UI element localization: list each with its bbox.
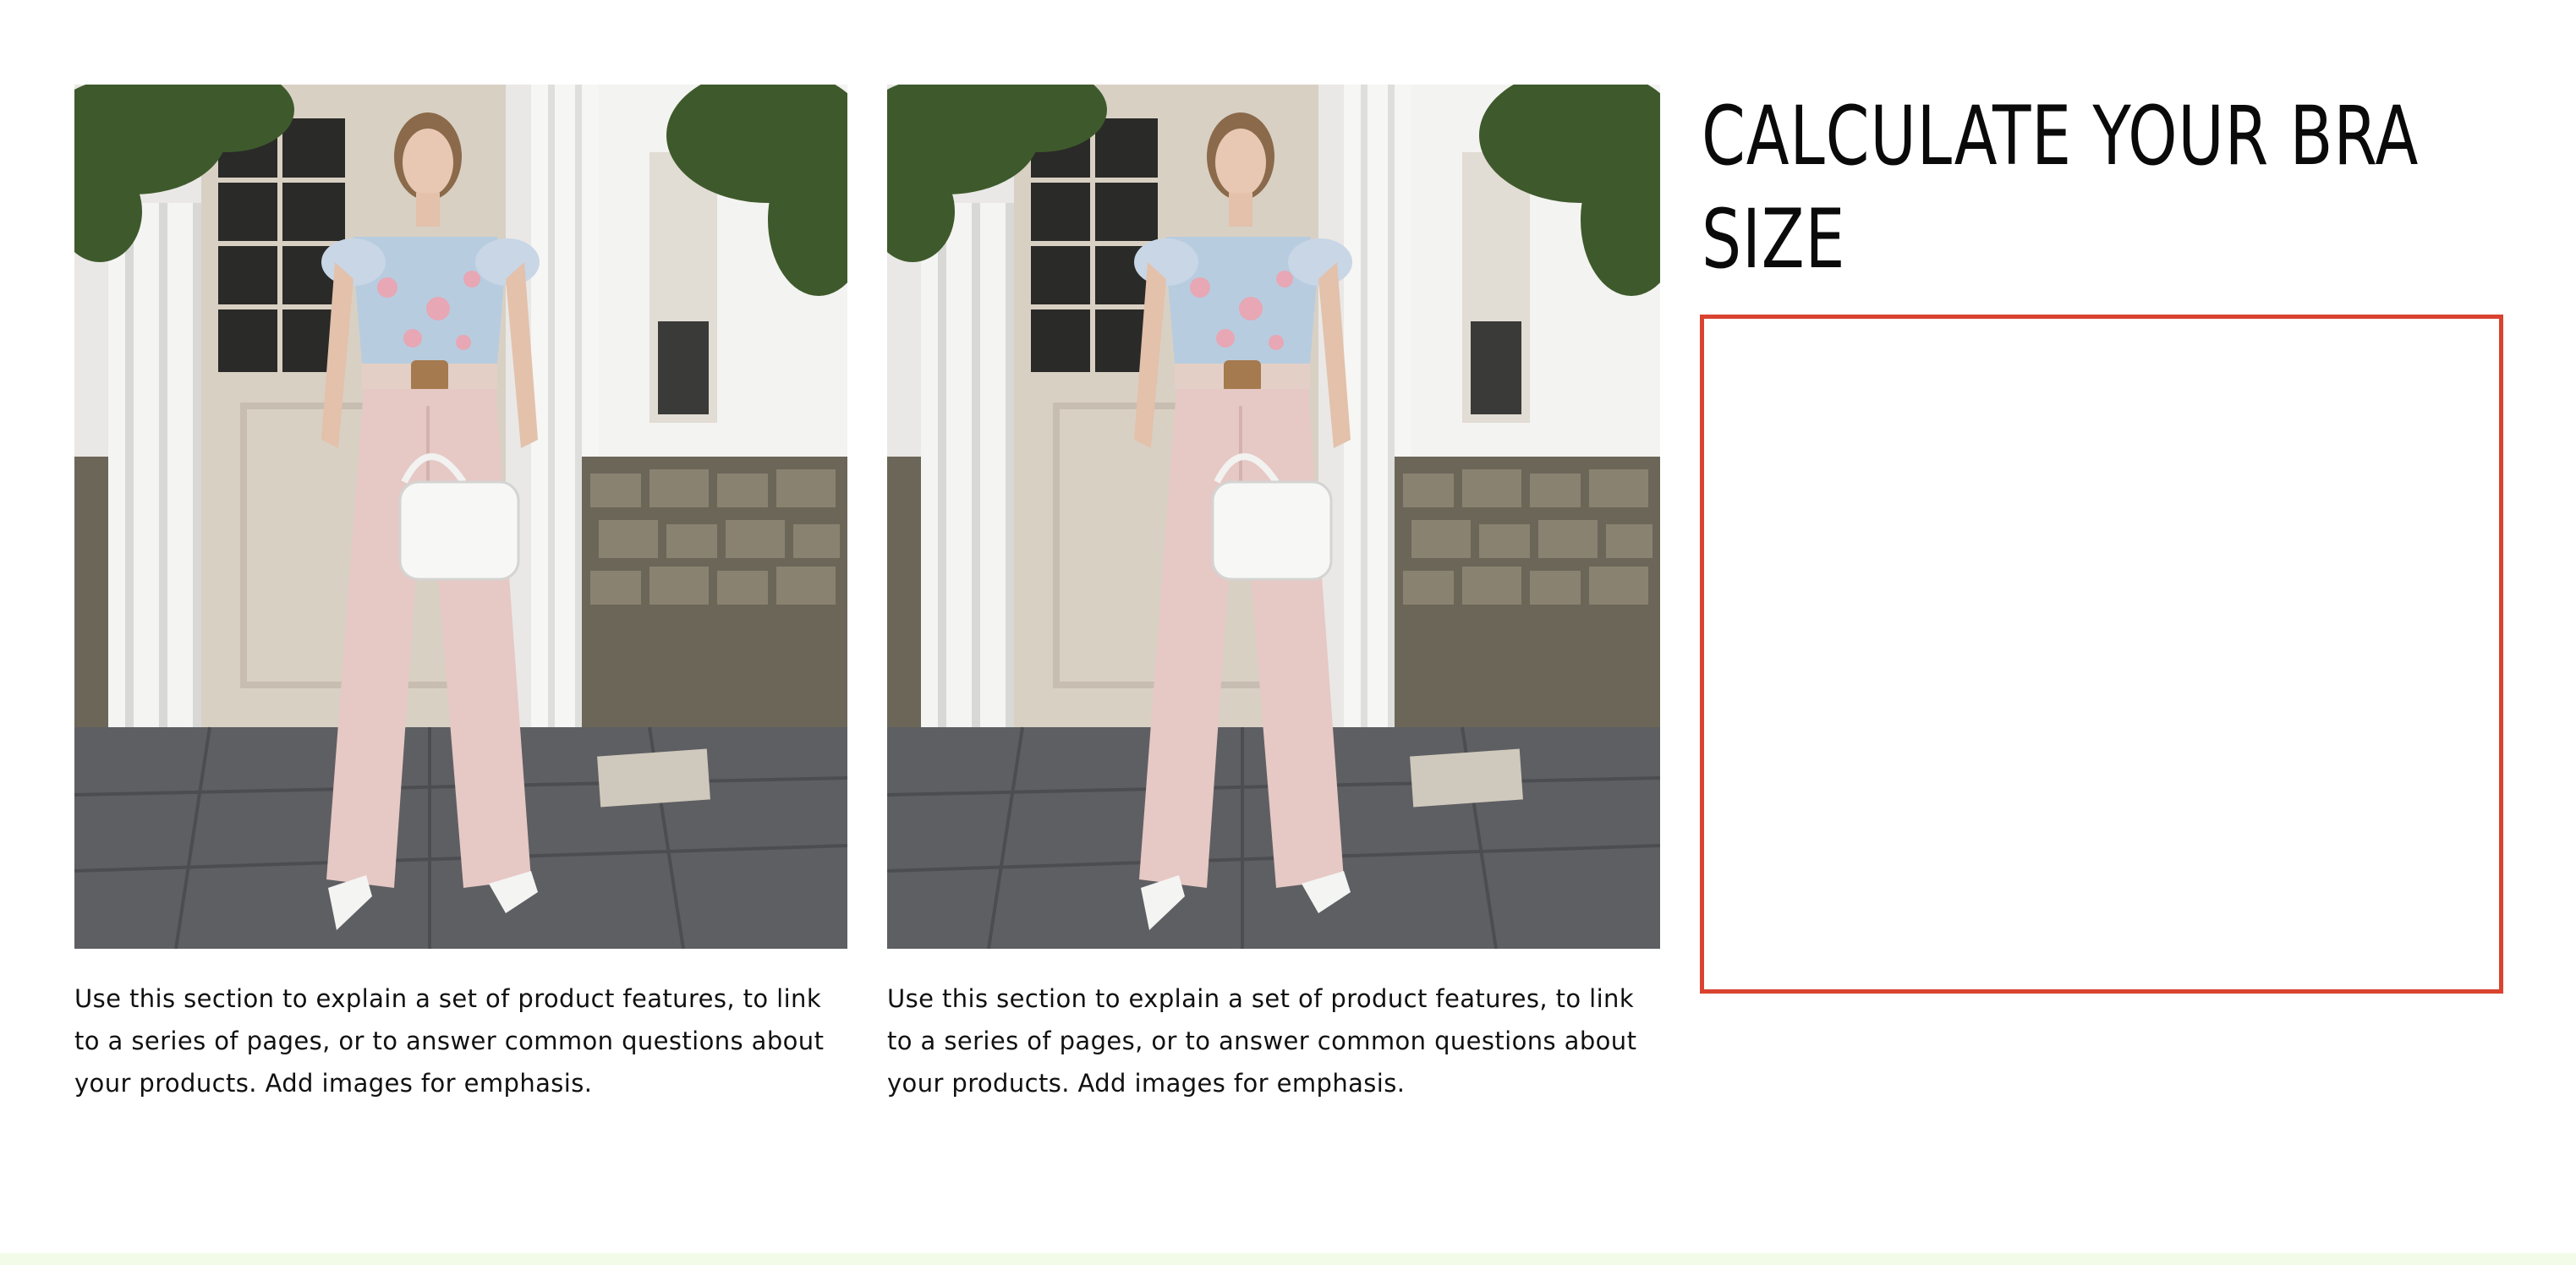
calculator-title: CALCULATE YOUR BRA SIZE: [1702, 89, 2420, 287]
calculator-embed-frame[interactable]: [1700, 315, 2503, 994]
bra-size-calculator: CALCULATE YOUR BRA SIZE: [1700, 85, 2512, 994]
feature-card: Use this section to explain a set of pro…: [887, 85, 1660, 1104]
photo-illustration: [887, 85, 1660, 949]
feature-card: Use this section to explain a set of pro…: [74, 85, 847, 1104]
feature-text: Use this section to explain a set of pro…: [74, 984, 825, 1098]
feature-image: [74, 85, 847, 949]
photo-illustration: [74, 85, 847, 949]
feature-image: [887, 85, 1660, 949]
page: Use this section to explain a set of pro…: [0, 0, 2576, 1265]
feature-text: Use this section to explain a set of pro…: [887, 984, 1637, 1098]
footer-strip: [0, 1253, 2576, 1265]
